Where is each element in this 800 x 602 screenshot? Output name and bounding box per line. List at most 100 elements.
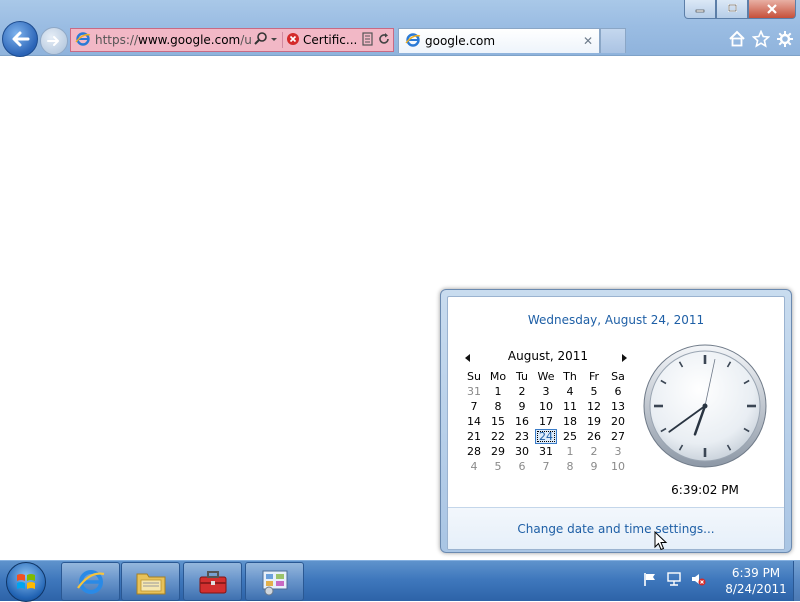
calendar-day[interactable]: 21 (462, 429, 486, 444)
certificate-error-label[interactable]: Certific... (303, 33, 357, 47)
taskbar-windows-explorer[interactable] (121, 562, 180, 601)
taskbar-control-panel[interactable] (245, 562, 304, 601)
full-date-link[interactable]: Wednesday, August 24, 2011 (448, 313, 784, 327)
compatibility-icon[interactable] (361, 31, 375, 49)
digital-time: 6:39:02 PM (671, 483, 739, 497)
tab-title: google.com (425, 34, 496, 48)
gear-icon[interactable] (776, 30, 794, 48)
taskbar-internet-explorer[interactable] (61, 562, 120, 601)
calendar-day[interactable]: 31 (462, 384, 486, 399)
url-path: /url? (240, 33, 253, 47)
volume-muted-icon[interactable] (688, 569, 708, 589)
calendar-day[interactable]: 4 (462, 459, 486, 474)
calendar-day[interactable]: 31 (534, 444, 558, 459)
calendar-day[interactable]: 13 (606, 399, 630, 414)
new-tab-button[interactable] (600, 28, 626, 53)
back-arrow-icon (12, 31, 30, 47)
mouse-cursor-icon (654, 531, 668, 551)
previous-month-icon[interactable] (464, 352, 472, 366)
restore-icon (728, 4, 737, 12)
calendar-day[interactable]: 2 (510, 384, 534, 399)
forward-button[interactable] (40, 27, 68, 55)
calendar-day[interactable]: 7 (534, 459, 558, 474)
url-protocol: https:// (95, 33, 139, 47)
start-button[interactable] (6, 562, 46, 602)
calendar-week-row: 14 15 16 17 18 19 20 (462, 414, 630, 429)
calendar-day[interactable]: 15 (486, 414, 510, 429)
favorites-star-icon[interactable] (752, 30, 770, 48)
close-button[interactable] (748, 0, 796, 19)
calendar-day[interactable]: 18 (558, 414, 582, 429)
calendar-day[interactable]: 19 (582, 414, 606, 429)
calendar-week-row: 28 29 30 31 1 2 3 (462, 444, 630, 459)
calendar-day[interactable]: 25 (558, 429, 582, 444)
calendar-day[interactable]: 11 (558, 399, 582, 414)
command-icons (728, 30, 794, 48)
calendar-day[interactable]: 3 (606, 444, 630, 459)
forward-arrow-icon (47, 36, 59, 46)
calendar-day[interactable]: 17 (534, 414, 558, 429)
network-icon[interactable] (664, 569, 684, 589)
calendar-day[interactable]: 27 (606, 429, 630, 444)
calendar-day[interactable]: 9 (582, 459, 606, 474)
weekday-header: Su (467, 370, 481, 383)
calendar-day[interactable]: 10 (606, 459, 630, 474)
calendar-day[interactable]: 30 (510, 444, 534, 459)
calendar-day[interactable]: 1 (486, 384, 510, 399)
calendar-day[interactable]: 29 (486, 444, 510, 459)
calendar-day[interactable]: 14 (462, 414, 486, 429)
certificate-error-icon[interactable] (286, 32, 300, 49)
calendar-day[interactable]: 7 (462, 399, 486, 414)
calendar-month-label[interactable]: August, 2011 (488, 349, 608, 363)
calendar-day[interactable]: 12 (582, 399, 606, 414)
weekday-header: Th (563, 370, 577, 383)
calendar-day[interactable]: 5 (486, 459, 510, 474)
search-icon[interactable] (253, 31, 269, 50)
calendar-day[interactable]: 20 (606, 414, 630, 429)
minimize-button[interactable] (684, 0, 716, 19)
calendar-day[interactable]: 10 (534, 399, 558, 414)
refresh-icon[interactable] (377, 32, 391, 49)
home-icon[interactable] (728, 30, 746, 48)
calendar-day[interactable]: 16 (510, 414, 534, 429)
weekday-header-row: Su Mo Tu We Th Fr Sa (462, 369, 630, 384)
calendar-day[interactable]: 26 (582, 429, 606, 444)
change-date-time-settings-link[interactable]: Change date and time settings... (448, 522, 784, 536)
calendar-day[interactable]: 6 (606, 384, 630, 399)
calendar-week-row: 4 5 6 7 8 9 10 (462, 459, 630, 474)
restore-button[interactable] (716, 0, 748, 19)
calendar-day[interactable]: 4 (558, 384, 582, 399)
calendar-grid: Su Mo Tu We Th Fr Sa 31 1 2 3 4 5 6 7 8 … (462, 369, 630, 474)
calendar-day[interactable]: 8 (558, 459, 582, 474)
calendar-day[interactable]: 8 (486, 399, 510, 414)
calendar-day-today[interactable]: 24 (534, 429, 558, 444)
weekday-header: Fr (588, 370, 600, 383)
calendar-week-row: 21 22 23 24 25 26 27 (462, 429, 630, 444)
tab-close-icon[interactable]: ✕ (583, 34, 593, 48)
taskbar-toolbox[interactable] (183, 562, 242, 601)
date-time-flyout: Wednesday, August 24, 2011 August, 2011 … (440, 289, 792, 553)
calendar-day[interactable]: 3 (534, 384, 558, 399)
weekday-header: We (537, 370, 555, 383)
today-marker: 24 (535, 429, 557, 444)
next-month-icon[interactable] (620, 352, 628, 366)
calendar-day[interactable]: 6 (510, 459, 534, 474)
taskbar-clock[interactable]: 6:39 PM 8/24/2011 (714, 565, 798, 597)
calendar-week-row: 7 8 9 10 11 12 13 (462, 399, 630, 414)
back-button[interactable] (2, 21, 38, 57)
calendar-day[interactable]: 1 (558, 444, 582, 459)
action-center-flag-icon[interactable] (640, 569, 660, 589)
calendar-day[interactable]: 9 (510, 399, 534, 414)
url-host: www.google.com (138, 33, 241, 47)
calendar-day[interactable]: 5 (582, 384, 606, 399)
calendar-week-row: 31 1 2 3 4 5 6 (462, 384, 630, 399)
show-desktop-button[interactable] (793, 561, 800, 601)
address-bar[interactable]: https://www.google.com/url? Certific... (70, 28, 394, 52)
calendar-day[interactable]: 23 (510, 429, 534, 444)
tab-google[interactable]: google.com ✕ (398, 28, 600, 53)
address-dropdown-icon[interactable] (269, 33, 279, 47)
calendar-day[interactable]: 28 (462, 444, 486, 459)
address-url[interactable]: https://www.google.com/url? (95, 33, 253, 47)
calendar-day[interactable]: 2 (582, 444, 606, 459)
calendar-day[interactable]: 22 (486, 429, 510, 444)
